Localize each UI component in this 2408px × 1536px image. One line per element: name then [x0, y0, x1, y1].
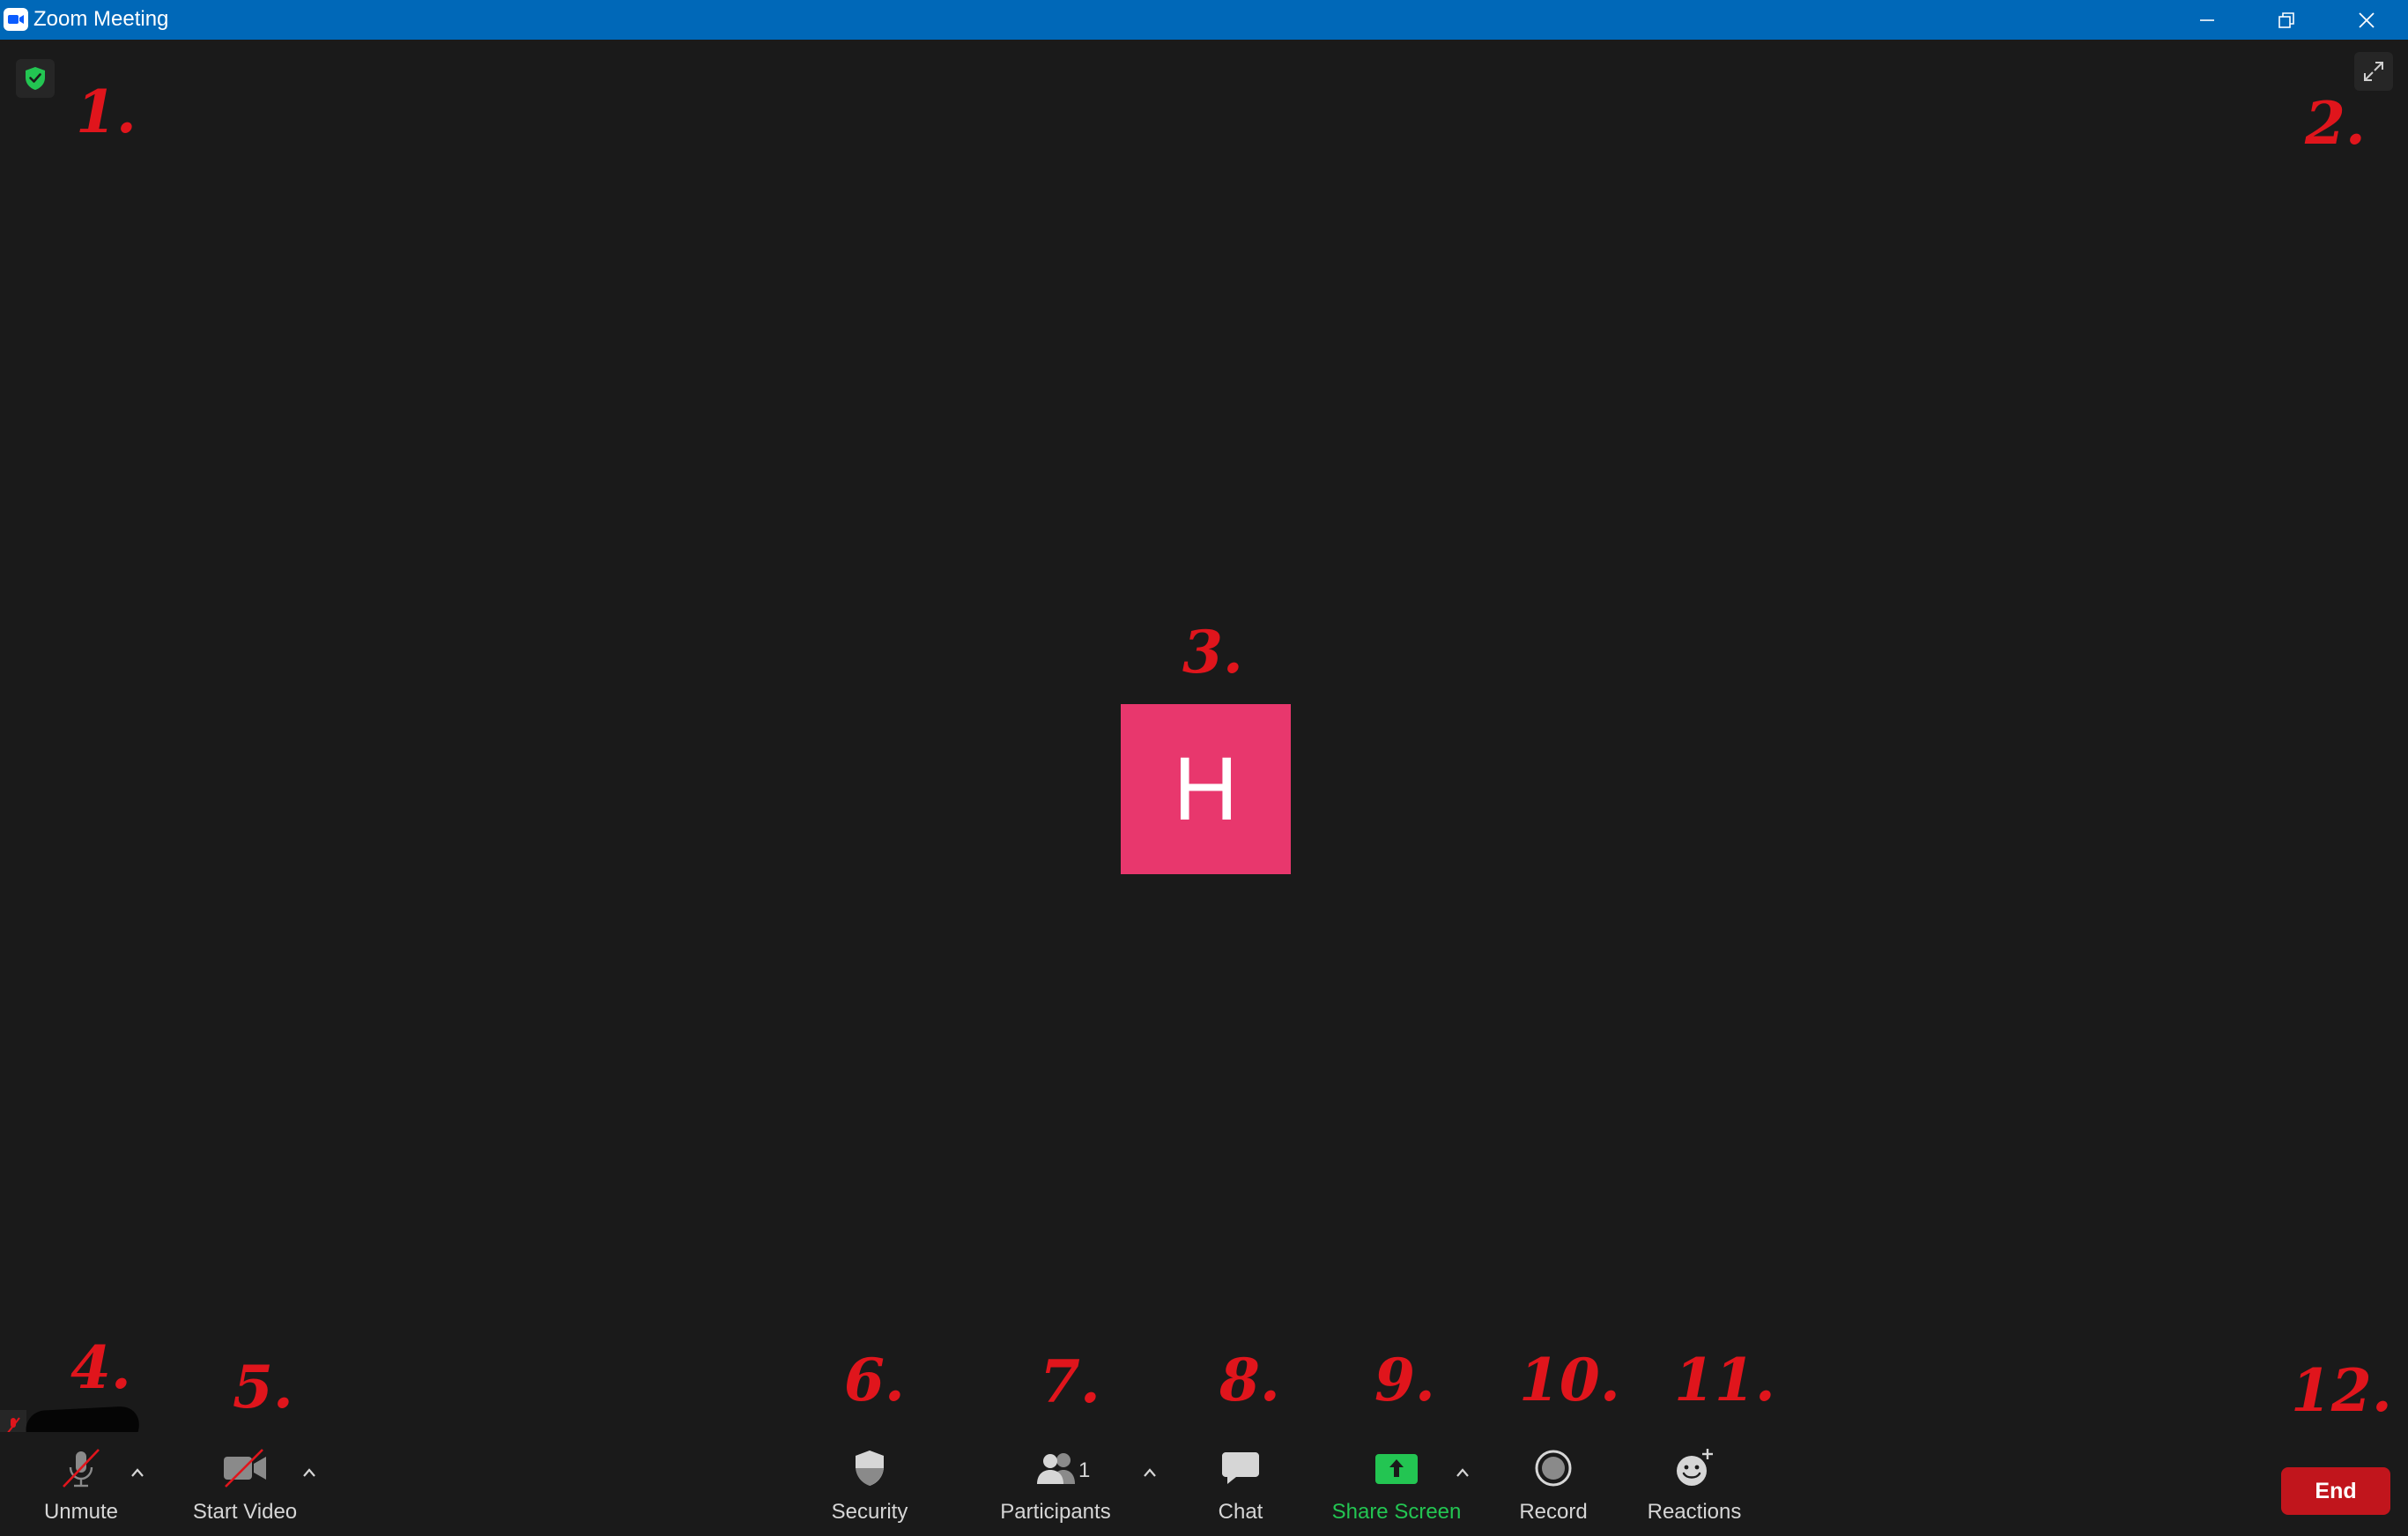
reactions-button[interactable]: Reactions — [1646, 1442, 1743, 1530]
annotation-7: 7. — [1040, 1347, 1100, 1416]
minimize-button[interactable] — [2167, 0, 2247, 40]
add-reaction-icon — [1677, 1449, 1713, 1486]
annotation-8: 8. — [1219, 1346, 1280, 1414]
participants-icon — [1037, 1453, 1075, 1484]
unmute-label: Unmute — [43, 1500, 119, 1524]
security-button[interactable]: Security — [823, 1442, 916, 1530]
annotation-3: 3. — [1182, 618, 1243, 686]
participants-label: Participants — [1000, 1500, 1111, 1524]
zoom-app-icon — [4, 8, 28, 31]
annotation-11: 11. — [1674, 1346, 1775, 1414]
participants-count: 1 — [1078, 1458, 1091, 1482]
encryption-badge[interactable] — [16, 59, 55, 98]
chat-bubble-icon — [1222, 1452, 1259, 1484]
chat-label: Chat — [1218, 1500, 1263, 1524]
annotation-1: 1. — [76, 78, 137, 146]
restore-button[interactable] — [2247, 0, 2326, 40]
chevron-up-icon — [131, 1468, 144, 1477]
mic-muted-icon — [63, 1449, 100, 1488]
video-options-caret[interactable] — [296, 1459, 322, 1486]
participants-button[interactable]: Participants — [996, 1442, 1115, 1530]
annotation-5: 5. — [233, 1353, 293, 1421]
record-icon — [1535, 1450, 1572, 1487]
start-video-label: Start Video — [192, 1500, 298, 1524]
minimize-icon — [2200, 19, 2214, 21]
security-label: Security — [831, 1500, 908, 1524]
annotation-12: 12. — [2291, 1356, 2392, 1425]
annotation-10: 10. — [1519, 1346, 1620, 1414]
video-off-icon — [224, 1449, 266, 1488]
end-meeting-button[interactable]: End — [2281, 1467, 2390, 1515]
record-button[interactable]: Record — [1512, 1442, 1595, 1530]
share-screen-label: Share Screen — [1331, 1500, 1462, 1524]
reactions-label: Reactions — [1647, 1500, 1742, 1524]
share-screen-icon — [1375, 1454, 1418, 1484]
annotation-2: 2. — [2305, 89, 2366, 158]
restore-icon — [2278, 11, 2294, 28]
title-bar: Zoom Meeting — [0, 0, 2408, 40]
audio-options-caret[interactable] — [124, 1459, 151, 1486]
share-screen-button[interactable]: Share Screen — [1330, 1442, 1463, 1530]
close-button[interactable] — [2327, 0, 2406, 40]
record-label: Record — [1519, 1500, 1588, 1524]
annotation-6: 6. — [844, 1346, 905, 1414]
participants-options-caret[interactable] — [1137, 1459, 1163, 1486]
shield-icon — [856, 1451, 884, 1486]
chevron-up-icon — [303, 1468, 315, 1477]
unmute-button[interactable]: Unmute — [35, 1442, 127, 1530]
expand-icon — [2364, 62, 2383, 81]
chevron-up-icon — [1144, 1468, 1156, 1477]
window-title: Zoom Meeting — [33, 7, 169, 31]
fullscreen-button[interactable] — [2354, 52, 2393, 91]
share-options-caret[interactable] — [1449, 1459, 1476, 1486]
start-video-button[interactable]: Start Video — [187, 1442, 303, 1530]
meeting-toolbar — [0, 1432, 2408, 1536]
chat-button[interactable]: Chat — [1205, 1442, 1276, 1530]
shield-check-icon — [26, 67, 45, 90]
close-icon — [2359, 11, 2375, 28]
annotation-9: 9. — [1374, 1346, 1435, 1414]
participant-avatar: H — [1121, 704, 1291, 874]
chevron-up-icon — [1456, 1468, 1469, 1477]
annotation-4: 4. — [70, 1333, 131, 1402]
